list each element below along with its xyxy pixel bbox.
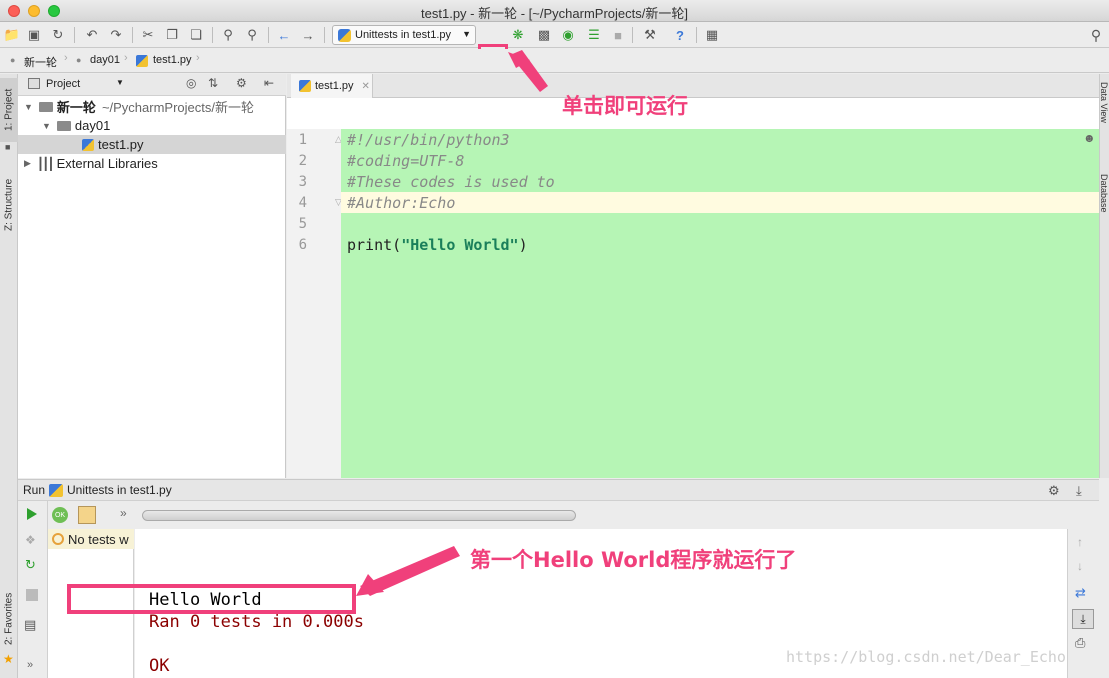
annotation-run-hint: 单击即可运行: [562, 94, 688, 118]
annotation-box-output: [67, 584, 356, 614]
annotation-output-hint: 第一个Hello World程序就运行了: [470, 548, 797, 572]
watermark: https://blog.csdn.net/Dear_Echo: [786, 648, 1066, 666]
annotation-overlay: [67, 50, 548, 614]
